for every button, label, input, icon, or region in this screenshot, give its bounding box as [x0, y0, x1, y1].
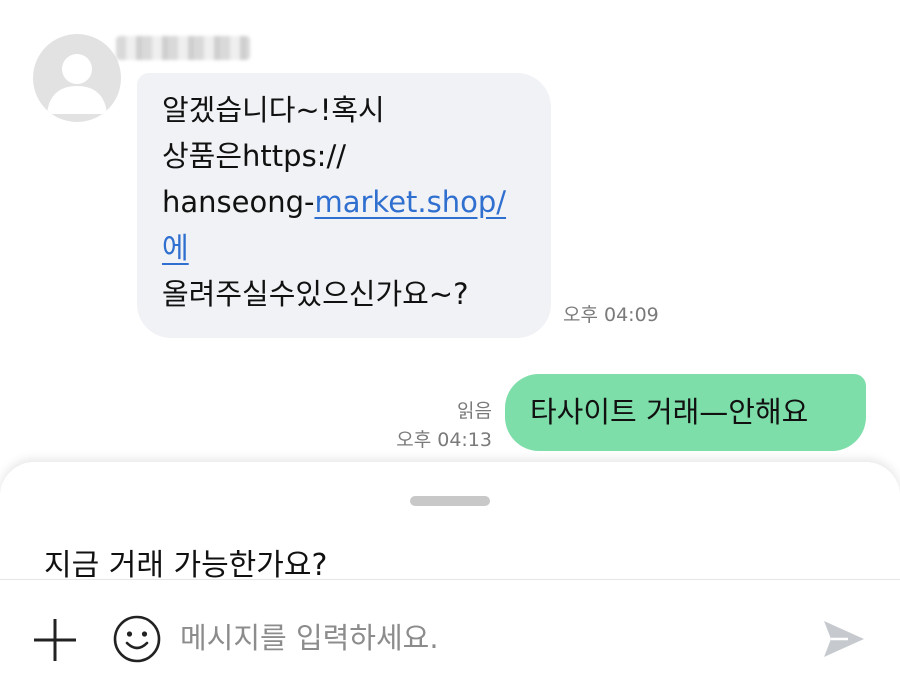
message-input[interactable] [180, 612, 780, 664]
message-text: hanseong- [162, 185, 315, 219]
message-link[interactable]: market.shop/ [314, 185, 506, 219]
smiley-icon [113, 615, 161, 663]
divider [0, 579, 900, 580]
send-arrow-icon [824, 621, 864, 657]
suggested-reply[interactable]: 지금 거래 가능한가요? [44, 540, 327, 584]
message-line: hanseong-market.shop/ [162, 179, 531, 225]
emoji-button[interactable] [111, 613, 163, 665]
incoming-message-bubble[interactable]: 알겠습니다~!혹시 상품은https:// hanseong-market.sh… [137, 73, 551, 338]
read-status: 읽음 [457, 400, 492, 422]
incoming-timestamp: 오후 04:09 [563, 304, 659, 326]
sender-avatar[interactable] [33, 34, 121, 122]
default-person-icon [47, 54, 107, 114]
send-button[interactable] [818, 613, 870, 665]
message-line: 상품은https:// [162, 139, 346, 173]
outgoing-message-bubble[interactable]: 타사이트 거래—안해요 [505, 374, 866, 451]
drag-handle[interactable] [410, 496, 490, 506]
message-link-continuation[interactable]: 에 [162, 231, 189, 265]
message-line: 올려주실수있으신가요~? [162, 277, 469, 311]
outgoing-timestamp: 오후 04:13 [396, 429, 492, 451]
message-line: 에 [162, 225, 531, 271]
attach-button[interactable] [28, 613, 82, 667]
sender-name-redacted [116, 36, 250, 60]
composer-sheet: 지금 거래 가능한가요? [0, 462, 900, 691]
message-line: 알겠습니다~!혹시 [162, 93, 385, 127]
plus-icon [34, 619, 76, 661]
